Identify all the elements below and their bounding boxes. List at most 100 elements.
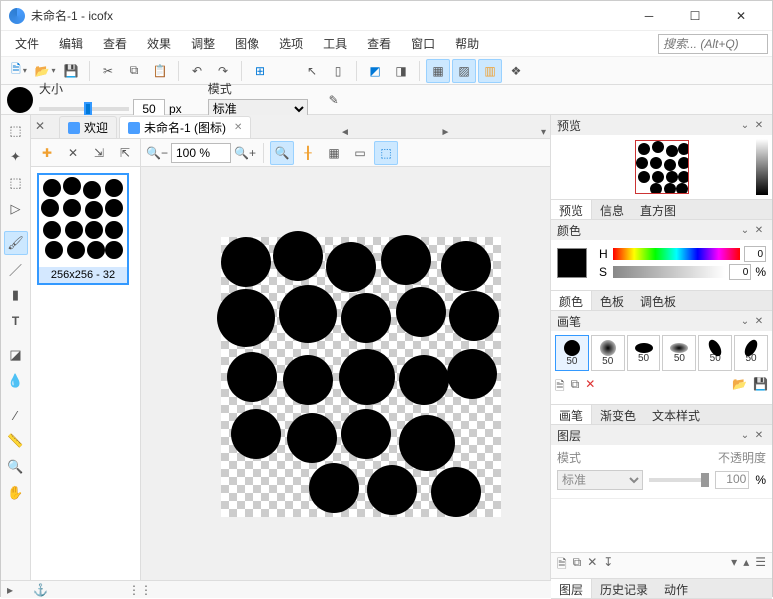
minimize-button[interactable]: ─ — [626, 1, 672, 31]
move-tool[interactable]: ▷ — [4, 197, 28, 221]
brush-preset[interactable]: 50 — [662, 335, 696, 371]
undo-button[interactable]: ↶ — [185, 59, 209, 83]
tab-next-icon[interactable]: ► — [436, 127, 454, 138]
tab-info[interactable]: 信息 — [592, 200, 632, 219]
text-tool[interactable]: T — [4, 309, 28, 333]
blend-mode-select[interactable]: 标准 — [557, 470, 643, 490]
del-thumb-icon[interactable]: ✕ — [61, 141, 85, 165]
sat-slider[interactable] — [613, 266, 725, 278]
blur-tool[interactable]: 💧 — [4, 369, 28, 393]
zoom-out-icon[interactable]: 🔍− — [145, 141, 169, 165]
menu-effect[interactable]: 效果 — [137, 31, 181, 56]
tab-preview[interactable]: 预览 — [551, 200, 592, 219]
grid-icon[interactable]: ▦ — [322, 141, 346, 165]
collapse-icon[interactable]: ⌄ — [738, 225, 752, 236]
marquee-tool[interactable]: ⬚ — [4, 119, 28, 143]
hue-slider[interactable] — [613, 248, 740, 260]
grid3-button[interactable]: ▥ — [478, 59, 502, 83]
hand-tool[interactable]: ✋ — [4, 481, 28, 505]
status-expand-icon[interactable]: ▸ — [7, 583, 13, 597]
snap-icon[interactable]: ⬚ — [374, 141, 398, 165]
grid1-button[interactable]: ▦ — [426, 59, 450, 83]
tab-brush[interactable]: 画笔 — [551, 405, 592, 424]
nav-zoom-icon[interactable]: 🔍 — [270, 141, 294, 165]
rect-tool[interactable]: ▮ — [4, 283, 28, 307]
export-thumb-icon[interactable]: ⇲ — [87, 141, 111, 165]
merge-down-icon[interactable]: ↧ — [603, 555, 613, 576]
menu-image[interactable]: 图像 — [225, 31, 269, 56]
close-panel-icon[interactable]: ✕ — [752, 225, 766, 236]
dup-layer-icon[interactable]: ⧉ — [573, 555, 582, 576]
cut-button[interactable]: ✂ — [96, 59, 120, 83]
tab-history[interactable]: 历史记录 — [592, 579, 656, 598]
tab-close-icon[interactable]: ✕ — [234, 122, 242, 133]
menu-view[interactable]: 查看 — [93, 31, 137, 56]
new-layer-icon[interactable]: 🗎 — [557, 555, 567, 576]
tab-palette[interactable]: 色板 — [592, 291, 632, 310]
eyedropper-tool[interactable]: ⁄ — [4, 403, 28, 427]
tab-menu-icon[interactable]: ▾ — [537, 127, 550, 138]
menu-help[interactable]: 帮助 — [445, 31, 489, 56]
wand-tool[interactable]: ✦ — [4, 145, 28, 169]
menu-window[interactable]: 窗口 — [401, 31, 445, 56]
maximize-button[interactable]: ☐ — [672, 1, 718, 31]
open-button[interactable]: 📂 — [33, 59, 57, 83]
paste-button[interactable]: 📋 — [148, 59, 172, 83]
close-panel-icon[interactable]: ✕ — [752, 430, 766, 441]
mobile-icon[interactable]: ▯ — [326, 59, 350, 83]
copy-button[interactable]: ⧉ — [122, 59, 146, 83]
menu-options[interactable]: 选项 — [269, 31, 313, 56]
add-thumb-icon[interactable]: ✚ — [35, 141, 59, 165]
crop-tool[interactable]: ⬚ — [4, 171, 28, 195]
brush-preset[interactable]: 50 — [627, 335, 661, 371]
close-button[interactable]: ✕ — [718, 1, 764, 31]
close-panel-icon[interactable]: ✕ — [752, 316, 766, 327]
color-swatch[interactable] — [557, 248, 587, 278]
tab-gradient[interactable]: 渐变色 — [592, 405, 644, 424]
collapse-icon[interactable]: ⌄ — [738, 316, 752, 327]
brush-preset[interactable]: 50 — [698, 335, 732, 371]
tab-prev-icon[interactable]: ◄ — [336, 127, 354, 138]
close-panel-icon[interactable]: ✕ — [752, 120, 766, 131]
s-input[interactable] — [729, 264, 751, 280]
brush-preset[interactable]: 50 — [734, 335, 768, 371]
measure-tool[interactable]: 📏 — [4, 429, 28, 453]
dup-brush-icon[interactable]: ⧉ — [571, 377, 580, 398]
layers-icon[interactable]: ❖ — [504, 59, 528, 83]
ruler-icon[interactable]: ╂ — [296, 141, 320, 165]
collapse-icon[interactable]: ⌄ — [738, 430, 752, 441]
del-brush-icon[interactable]: ✕ — [585, 377, 595, 398]
tab-document[interactable]: 未命名-1 (图标) ✕ — [119, 116, 251, 138]
move-down-icon[interactable]: ▾ — [731, 555, 737, 576]
layer-menu-icon[interactable]: ☰ — [755, 555, 766, 576]
tab-layer[interactable]: 图层 — [551, 579, 592, 598]
brush-preset[interactable]: 50 — [591, 335, 625, 371]
tab-textstyle[interactable]: 文本样式 — [644, 405, 708, 424]
zoom-tool[interactable]: 🔍 — [4, 455, 28, 479]
load-brush-icon[interactable]: 📂 — [732, 377, 747, 398]
del-layer-icon[interactable]: ✕ — [587, 555, 597, 576]
new-button[interactable]: 🗎 — [7, 59, 31, 83]
tab-histogram[interactable]: 直方图 — [632, 200, 684, 219]
save-brush-icon[interactable]: 💾 — [753, 377, 768, 398]
grid2-button[interactable]: ▨ — [452, 59, 476, 83]
save-button[interactable]: 💾 — [59, 59, 83, 83]
brush-tool[interactable]: 🖌 — [4, 231, 28, 255]
brush-settings-icon[interactable]: ✎ — [322, 88, 346, 112]
menu-tools[interactable]: 工具 — [313, 31, 357, 56]
tab-actions[interactable]: 动作 — [656, 579, 696, 598]
opacity-value[interactable]: 100 — [715, 471, 749, 489]
h-input[interactable] — [744, 246, 766, 262]
apple-icon[interactable] — [274, 59, 298, 83]
size-slider[interactable] — [39, 107, 129, 111]
search-input[interactable] — [658, 34, 768, 54]
move-up-icon[interactable]: ▴ — [743, 555, 749, 576]
opacity-slider[interactable] — [649, 478, 709, 482]
menu-edit[interactable]: 编辑 — [49, 31, 93, 56]
windows-icon[interactable]: ⊞ — [248, 59, 272, 83]
close-all-icon[interactable]: ✕ — [35, 119, 45, 133]
canvas[interactable] — [141, 167, 550, 580]
thumbnail-item[interactable]: 256x256 - 32 — [37, 173, 129, 285]
tab-mixer[interactable]: 调色板 — [632, 291, 684, 310]
menu-view2[interactable]: 查看 — [357, 31, 401, 56]
